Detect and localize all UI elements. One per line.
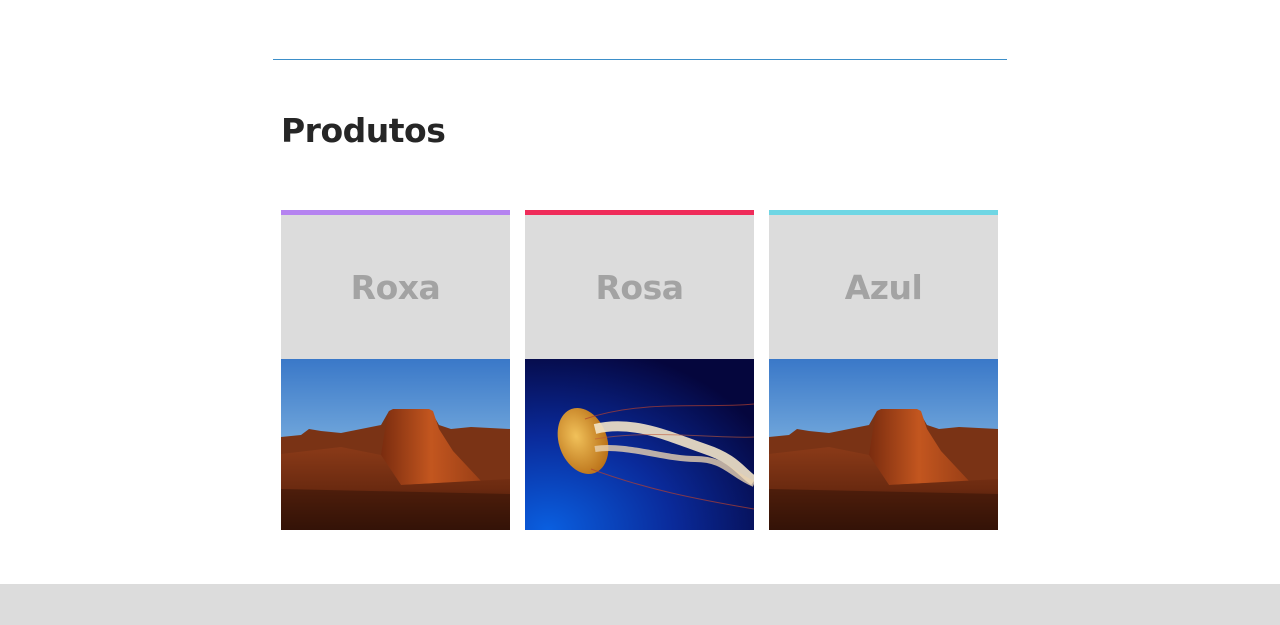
product-card-roxa[interactable]: Roxa	[281, 210, 510, 530]
page: Produtos Roxa Rosa Azul	[0, 0, 1280, 625]
footer	[0, 584, 1280, 625]
product-card-title: Azul	[844, 267, 923, 307]
product-card-title: Rosa	[595, 267, 685, 307]
product-list: Roxa Rosa Azul	[281, 210, 998, 530]
section-title: Produtos	[281, 111, 446, 150]
desert-mesa-image	[769, 359, 998, 530]
top-divider	[273, 59, 1007, 60]
desert-mesa-image	[281, 359, 510, 530]
product-card-rosa[interactable]: Rosa	[525, 210, 754, 530]
product-card-azul[interactable]: Azul	[769, 210, 998, 530]
jellyfish-image	[525, 359, 754, 530]
product-card-title: Roxa	[350, 267, 441, 307]
